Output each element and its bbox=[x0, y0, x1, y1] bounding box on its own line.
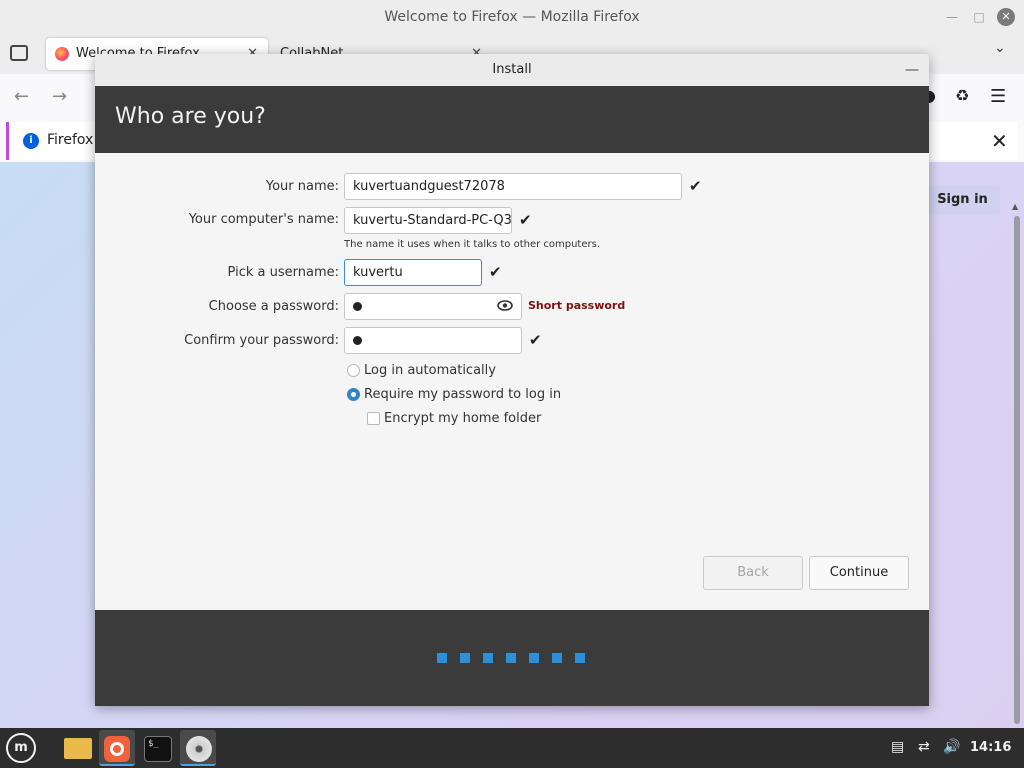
checkmark-icon: ✔ bbox=[489, 263, 502, 281]
require-password-label: Require my password to log in bbox=[364, 387, 562, 402]
encrypt-home-label: Encrypt my home folder bbox=[384, 411, 542, 426]
close-icon[interactable]: ✕ bbox=[997, 8, 1015, 26]
window-title: Welcome to Firefox — Mozilla Firefox bbox=[384, 9, 640, 25]
password-field[interactable] bbox=[344, 293, 522, 320]
notes-icon[interactable]: ▤ bbox=[891, 739, 904, 755]
back-icon[interactable]: ← bbox=[14, 86, 29, 107]
dialog-header: Who are you? bbox=[95, 86, 929, 153]
volume-icon[interactable]: 🔊 bbox=[943, 739, 960, 755]
network-icon[interactable]: ⇄ bbox=[918, 739, 930, 755]
mint-menu-icon[interactable]: m bbox=[6, 733, 36, 763]
password-mask bbox=[353, 302, 362, 311]
show-password-icon[interactable] bbox=[497, 300, 513, 311]
require-password-radio[interactable] bbox=[347, 388, 360, 401]
clock[interactable]: 14:16 bbox=[970, 740, 1011, 755]
chevron-down-icon[interactable]: ⌄ bbox=[994, 40, 1006, 56]
dialog-title: Install bbox=[492, 62, 532, 77]
name-field[interactable]: kuvertuandguest72078 bbox=[344, 173, 682, 200]
password-strength: Short password bbox=[528, 299, 626, 312]
maximize-icon[interactable]: □ bbox=[971, 9, 987, 25]
password-label: Choose a password: bbox=[208, 299, 339, 314]
progress-step bbox=[575, 653, 585, 663]
notification-close-icon[interactable]: ✕ bbox=[991, 129, 1008, 153]
install-dialog: Install — Who are you? Your name: kuvert… bbox=[95, 54, 929, 706]
progress-step bbox=[552, 653, 562, 663]
terminal-icon: $_ bbox=[144, 736, 172, 762]
firefox-icon bbox=[104, 736, 130, 762]
installer-launcher[interactable] bbox=[180, 730, 216, 766]
progress-footer bbox=[95, 610, 929, 706]
minimize-icon[interactable]: — bbox=[905, 54, 919, 86]
folder-icon bbox=[64, 738, 92, 759]
username-field[interactable]: kuvertu bbox=[344, 259, 482, 286]
dialog-titlebar: Install — bbox=[95, 54, 929, 86]
forward-icon[interactable]: → bbox=[52, 86, 67, 107]
computer-name-hint: The name it uses when it talks to other … bbox=[344, 239, 601, 250]
firefox-launcher[interactable] bbox=[99, 730, 135, 766]
taskbar: m $_ ▤ ⇄ 🔊 14:16 bbox=[0, 728, 1024, 768]
confirm-password-field[interactable] bbox=[344, 327, 522, 354]
files-launcher[interactable] bbox=[59, 730, 95, 766]
page-title: Who are you? bbox=[115, 104, 266, 129]
info-icon: i bbox=[23, 133, 39, 149]
checkmark-icon: ✔ bbox=[689, 177, 702, 195]
confirm-password-label: Confirm your password: bbox=[184, 333, 339, 348]
computer-name-field[interactable]: kuvertu-Standard-PC-Q35 bbox=[344, 207, 512, 234]
name-label: Your name: bbox=[265, 179, 339, 194]
checkmark-icon: ✔ bbox=[519, 211, 532, 229]
sign-in-button[interactable]: Sign in bbox=[925, 186, 1000, 214]
extensions-icon[interactable]: ♻ bbox=[955, 86, 969, 105]
computer-name-label: Your computer's name: bbox=[188, 212, 339, 227]
terminal-launcher[interactable]: $_ bbox=[139, 730, 175, 766]
encrypt-home-checkbox[interactable] bbox=[367, 412, 380, 425]
auto-login-radio[interactable] bbox=[347, 364, 360, 377]
firefox-icon bbox=[55, 47, 69, 61]
auto-login-label: Log in automatically bbox=[364, 363, 496, 378]
tab-overview-icon[interactable] bbox=[10, 45, 28, 61]
username-label: Pick a username: bbox=[227, 265, 339, 280]
scrollbar[interactable] bbox=[1014, 216, 1020, 724]
checkmark-icon: ✔ bbox=[529, 331, 542, 349]
password-mask bbox=[353, 336, 362, 345]
window-titlebar: Welcome to Firefox — Mozilla Firefox — □… bbox=[0, 0, 1024, 34]
progress-step bbox=[460, 653, 470, 663]
continue-button[interactable]: Continue bbox=[809, 556, 909, 590]
scroll-up-icon[interactable]: ▲ bbox=[1012, 202, 1018, 211]
progress-step bbox=[483, 653, 493, 663]
menu-icon[interactable]: ☰ bbox=[990, 86, 1006, 107]
progress-step bbox=[506, 653, 516, 663]
disc-icon bbox=[186, 736, 212, 762]
progress-step bbox=[437, 653, 447, 663]
back-button[interactable]: Back bbox=[703, 556, 803, 590]
minimize-icon[interactable]: — bbox=[944, 9, 960, 25]
progress-step bbox=[529, 653, 539, 663]
